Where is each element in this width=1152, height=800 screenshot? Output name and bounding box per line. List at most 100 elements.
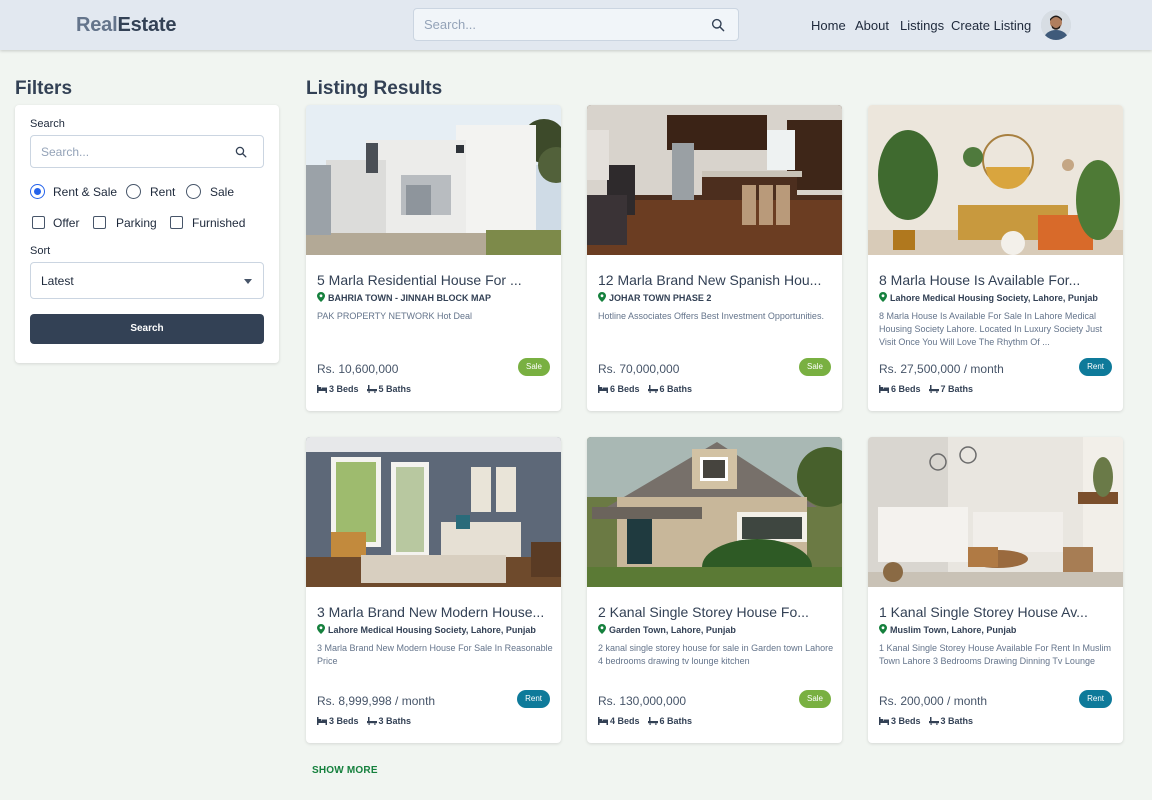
header-search-input[interactable] xyxy=(414,9,694,40)
listing-description: PAK PROPERTY NETWORK Hot Deal xyxy=(317,311,473,321)
listing-price: Rs. 10,600,000 xyxy=(317,362,399,376)
filter-search-box xyxy=(30,135,264,168)
listing-baths: 7 Baths xyxy=(940,384,974,394)
user-avatar[interactable] xyxy=(1041,10,1071,40)
listing-type-badge: Sale xyxy=(517,358,550,376)
checkbox-furnished-label[interactable]: Furnished xyxy=(192,216,245,230)
location-pin-icon xyxy=(317,292,325,302)
bath-icon xyxy=(647,717,658,725)
location-pin-icon xyxy=(317,624,325,634)
listing-image[interactable] xyxy=(306,437,561,587)
radio-sale[interactable] xyxy=(186,184,201,199)
listing-type-badge: Sale xyxy=(798,690,831,708)
filter-search-button[interactable]: Search xyxy=(30,314,264,344)
listing-title[interactable]: 12 Marla Brand New Spanish Hou... xyxy=(598,272,833,288)
checkbox-parking-label[interactable]: Parking xyxy=(116,216,157,230)
chevron-down-icon xyxy=(244,279,252,284)
listing-beds: 6 Beds xyxy=(610,384,640,394)
search-label: Search xyxy=(30,118,65,130)
listing-location-text: Lahore Medical Housing Society, Lahore, … xyxy=(890,293,1098,303)
checkbox-offer[interactable] xyxy=(32,216,45,229)
logo[interactable]: RealEstate xyxy=(76,14,176,37)
listing-title[interactable]: 3 Marla Brand New Modern House... xyxy=(317,604,552,620)
listing-price: Rs. 27,500,000 / month xyxy=(879,362,1004,376)
listing-title[interactable]: 8 Marla House Is Available For... xyxy=(879,272,1114,288)
listing-title[interactable]: 1 Kanal Single Storey House Av... xyxy=(879,604,1114,620)
search-icon[interactable] xyxy=(711,18,725,32)
sort-select-value: Latest xyxy=(41,274,74,288)
listing-image[interactable] xyxy=(868,437,1123,587)
listing-card[interactable]: 1 Kanal Single Storey House Av... Muslim… xyxy=(868,437,1123,743)
listing-card[interactable]: 2 Kanal Single Storey House Fo... Garden… xyxy=(587,437,842,743)
listing-location-text: JOHAR TOWN PHASE 2 xyxy=(609,293,712,303)
show-more-button[interactable]: SHOW MORE xyxy=(312,765,378,776)
nav-home[interactable]: Home xyxy=(811,18,846,33)
listing-card[interactable]: 12 Marla Brand New Spanish Hou... JOHAR … xyxy=(587,105,842,411)
location-pin-icon xyxy=(879,624,887,634)
listing-description: 1 Kanal Single Storey House Available Fo… xyxy=(879,643,1111,666)
sort-label: Sort xyxy=(30,245,51,257)
listing-card[interactable]: 5 Marla Residential House For ... BAHRIA… xyxy=(306,105,561,411)
listing-meta: 6 Beds 7 Baths xyxy=(879,384,973,394)
listing-image[interactable] xyxy=(868,105,1123,255)
listing-description: Hotline Associates Offers Best Investmen… xyxy=(598,311,824,321)
listing-results-heading: Listing Results xyxy=(306,78,443,99)
bed-icon xyxy=(598,385,608,393)
filter-panel: Search Rent & Sale Rent Sale Offer Parki… xyxy=(15,105,279,363)
listing-location: Lahore Medical Housing Society, Lahore, … xyxy=(879,292,1119,303)
listing-baths: 3 Baths xyxy=(940,716,974,726)
nav-about[interactable]: About xyxy=(855,18,889,33)
bed-icon xyxy=(317,717,327,725)
listing-image[interactable] xyxy=(587,437,842,587)
listing-type-badge: Rent xyxy=(1079,690,1112,708)
listing-description: 2 kanal single storey house for sale in … xyxy=(598,643,834,666)
radio-rent[interactable] xyxy=(126,184,141,199)
filter-search-input[interactable] xyxy=(31,136,221,167)
listing-price: Rs. 200,000 / month xyxy=(879,694,988,708)
header-search-box xyxy=(413,8,739,41)
bath-icon xyxy=(366,385,377,393)
radio-rent-and-sale-label[interactable]: Rent & Sale xyxy=(53,185,117,199)
listing-image[interactable] xyxy=(306,105,561,255)
listing-image[interactable] xyxy=(587,105,842,255)
listing-baths: 6 Baths xyxy=(659,716,693,726)
listing-location: Muslim Town, Lahore, Punjab xyxy=(879,624,1119,635)
bed-icon xyxy=(879,717,889,725)
filters-heading: Filters xyxy=(15,78,73,99)
listing-card[interactable]: 3 Marla Brand New Modern House... Lahore… xyxy=(306,437,561,743)
listing-location-text: Garden Town, Lahore, Punjab xyxy=(609,625,736,635)
listing-location: BAHRIA TOWN - JINNAH BLOCK MAP xyxy=(317,292,557,303)
search-icon[interactable] xyxy=(235,146,247,158)
location-pin-icon xyxy=(598,624,606,634)
nav-create-listing[interactable]: Create Listing xyxy=(951,18,1031,33)
checkbox-offer-label[interactable]: Offer xyxy=(53,216,79,230)
logo-part-2: Estate xyxy=(117,14,177,36)
bed-icon xyxy=(598,717,608,725)
listing-beds: 3 Beds xyxy=(329,716,359,726)
listing-location: Lahore Medical Housing Society, Lahore, … xyxy=(317,624,557,635)
sort-select[interactable]: Latest xyxy=(30,262,264,299)
listing-title[interactable]: 5 Marla Residential House For ... xyxy=(317,272,552,288)
bed-icon xyxy=(317,385,327,393)
radio-rent-and-sale[interactable] xyxy=(30,184,45,199)
listing-type-badge: Rent xyxy=(1079,358,1112,376)
radio-sale-label[interactable]: Sale xyxy=(210,185,234,199)
checkbox-parking[interactable] xyxy=(93,216,106,229)
listing-price: Rs. 8,999,998 / month xyxy=(317,694,436,708)
location-pin-icon xyxy=(598,292,606,302)
nav-listings[interactable]: Listings xyxy=(900,18,944,33)
listing-meta: 3 Beds 3 Baths xyxy=(317,716,411,726)
listing-description: 8 Marla House Is Available For Sale In L… xyxy=(879,311,1103,347)
listing-price: Rs. 130,000,000 xyxy=(598,694,687,708)
bath-icon xyxy=(366,717,377,725)
listing-beds: 3 Beds xyxy=(329,384,359,394)
bath-icon xyxy=(647,385,658,393)
checkbox-furnished[interactable] xyxy=(170,216,183,229)
radio-rent-label[interactable]: Rent xyxy=(150,185,175,199)
listing-title[interactable]: 2 Kanal Single Storey House Fo... xyxy=(598,604,833,620)
listing-meta: 3 Beds 5 Baths xyxy=(317,384,411,394)
listing-beds: 3 Beds xyxy=(891,716,921,726)
listing-card[interactable]: 8 Marla House Is Available For... Lahore… xyxy=(868,105,1123,411)
listing-beds: 6 Beds xyxy=(891,384,921,394)
listing-location-text: Muslim Town, Lahore, Punjab xyxy=(890,625,1017,635)
